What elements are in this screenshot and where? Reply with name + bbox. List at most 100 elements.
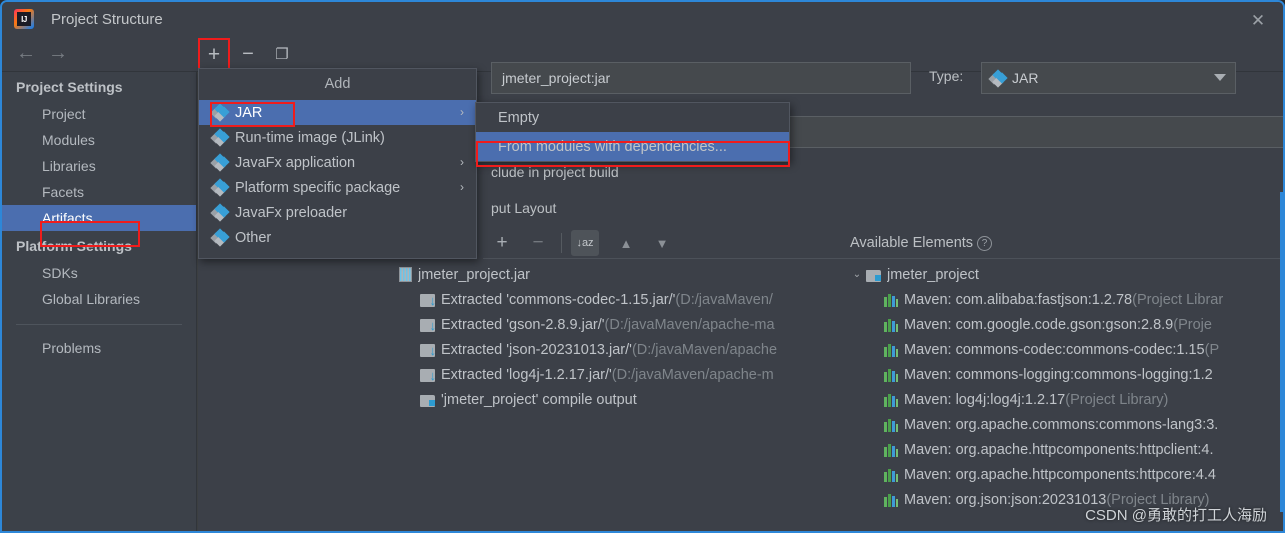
menu-item-platform-specific-package[interactable]: Platform specific package › [199,175,476,200]
output-layout-tree: jmeter_project.jar Extracted 'commons-co… [398,262,850,412]
artifact-name-input[interactable]: jmeter_project:jar [491,62,911,94]
chevron-down-icon [1214,74,1226,81]
available-elements-tree: ⌄ jmeter_project Maven: com.alibaba:fast… [850,262,1283,512]
toolbar-divider [561,233,562,253]
list-item-label: Maven: log4j:log4j:1.2.17 [904,391,1066,408]
menu-item-empty[interactable]: Empty [476,103,789,132]
available-elements-header: Available Elements ? [850,235,993,251]
jar-diamond-icon [210,103,230,122]
maven-library-icon [884,469,898,482]
sidebar-item-project[interactable]: Project [2,101,196,127]
chevron-down-icon[interactable]: ⌄ [850,269,864,280]
extracted-icon [420,344,436,357]
list-item-label: Maven: commons-logging:commons-logging:1… [904,366,1213,383]
sidebar-item-modules[interactable]: Modules [2,127,196,153]
list-item-label: Maven: commons-codec:commons-codec:1.15 [904,341,1205,358]
remove-artifact-button[interactable]: − [234,40,262,68]
menu-item-label: Platform specific package [235,179,401,196]
jar-diamond-icon [210,128,230,147]
list-item[interactable]: Maven: org.apache.httpcomponents:httpcli… [850,437,1283,462]
menu-item-label: JAR [235,104,263,121]
sidebar-group-platform-settings: Platform Settings [16,238,132,254]
tree-row[interactable]: jmeter_project.jar [398,262,850,287]
help-icon[interactable]: ? [977,235,993,251]
add-menu-title: Add [324,76,351,92]
menu-item-other[interactable]: Other [199,225,476,250]
project-structure-window: IJ Project Structure ✕ ← → + − ❐ Project… [0,0,1285,533]
tree-row[interactable]: Extracted 'commons-codec-1.15.jar/' (D:/… [398,287,850,312]
list-item[interactable]: Maven: log4j:log4j:1.2.17 (Project Libra… [850,387,1283,412]
extracted-icon [420,369,436,382]
artifact-type-select[interactable]: JAR [981,62,1236,94]
maven-library-icon [884,419,898,432]
tree-row-label: Extracted 'commons-codec-1.15.jar/' [441,291,676,308]
maven-library-icon [884,369,898,382]
menu-item-label: Other [235,229,272,246]
list-item-label: Maven: com.google.code.gson:gson:2.8.9 [904,316,1174,333]
jar-file-icon [399,267,412,282]
compile-output-icon [420,395,435,407]
maven-library-icon [884,319,898,332]
sidebar-item-sdks[interactable]: SDKs [2,260,196,286]
tree-row[interactable]: Extracted 'json-20231013.jar/' (D:/javaM… [398,337,850,362]
move-up-button[interactable]: ▲ [613,230,639,256]
tree-row-path: (D:/javaMaven/apache [631,341,778,358]
tree-row[interactable]: 'jmeter_project' compile output [398,387,850,412]
sidebar-item-libraries[interactable]: Libraries [2,153,196,179]
logo-glyph: IJ [17,12,31,26]
tree-row[interactable]: Extracted 'gson-2.8.9.jar/' (D:/javaMave… [398,312,850,337]
tree-row-label: 'jmeter_project' compile output [441,391,637,408]
jar-diamond-icon [210,203,230,222]
list-item[interactable]: Maven: org.apache.commons:commons-lang3:… [850,412,1283,437]
menu-item-label: JavaFx preloader [235,204,348,221]
list-item-label: Maven: com.alibaba:fastjson:1.2.78 [904,291,1133,308]
output-layout-title: put Layout [491,200,557,216]
tree-row-label: Extracted 'gson-2.8.9.jar/' [441,316,605,333]
add-artifact-button[interactable]: + [200,40,228,68]
menu-item-runtime-image[interactable]: Run-time image (JLink) [199,125,476,150]
forward-arrow-icon[interactable]: → [48,43,68,63]
sidebar-item-facets[interactable]: Facets [2,179,196,205]
close-icon[interactable]: ✕ [1247,9,1269,31]
layout-remove-button[interactable]: − [525,230,551,256]
back-arrow-icon[interactable]: ← [16,43,36,63]
window-title: Project Structure [51,10,163,28]
list-item[interactable]: Maven: com.alibaba:fastjson:1.2.78 (Proj… [850,287,1283,312]
sidebar-item-problems[interactable]: Problems [2,335,196,361]
list-item[interactable]: Maven: com.google.code.gson:gson:2.8.9 (… [850,312,1283,337]
jar-submenu: Empty From modules with dependencies... [475,102,790,162]
menu-item-label: JavaFx application [235,154,356,171]
list-item-scope: (P [1204,341,1220,358]
module-icon [866,270,881,282]
tree-row-path: (D:/javaMaven/apache-m [611,366,774,383]
artifact-toolbar: + − ❐ [198,36,418,72]
sidebar-item-global-libraries[interactable]: Global Libraries [2,286,196,312]
sort-alphabetically-button[interactable]: ↓az [571,230,599,256]
maven-library-icon [884,394,898,407]
layout-add-button[interactable]: + [489,230,515,256]
menu-item-jar[interactable]: JAR › [199,100,476,125]
jar-diamond-icon [988,68,1008,88]
list-item[interactable]: Maven: commons-logging:commons-logging:1… [850,362,1283,387]
menu-item-javafx-application[interactable]: JavaFx application › [199,150,476,175]
chevron-right-icon: › [460,105,464,119]
include-in-project-build-checkbox[interactable]: clude in project build [491,164,619,180]
tree-row[interactable]: Extracted 'log4j-1.2.17.jar/' (D:/javaMa… [398,362,850,387]
list-item-scope: (Project Librar [1132,291,1224,308]
jar-diamond-icon [210,153,230,172]
jar-diamond-icon [210,228,230,247]
menu-item-from-modules-with-dependencies[interactable]: From modules with dependencies... [476,132,789,161]
vertical-scrollbar[interactable] [1280,192,1283,512]
list-item[interactable]: Maven: commons-codec:commons-codec:1.15 … [850,337,1283,362]
intellij-idea-logo-icon: IJ [14,9,34,29]
menu-item-javafx-preloader[interactable]: JavaFx preloader [199,200,476,225]
sidebar-item-artifacts[interactable]: Artifacts [2,205,196,231]
sidebar-divider [16,324,182,325]
tree-row[interactable]: ⌄ jmeter_project [850,262,1283,287]
available-elements-title: Available Elements [850,235,974,251]
copy-artifact-button[interactable]: ❐ [268,40,296,68]
tree-row-label: Extracted 'json-20231013.jar/' [441,341,632,358]
artifact-name-row: jmeter_project:jar Type: JAR [491,62,1283,94]
move-down-button[interactable]: ▼ [649,230,675,256]
list-item[interactable]: Maven: org.apache.httpcomponents:httpcor… [850,462,1283,487]
